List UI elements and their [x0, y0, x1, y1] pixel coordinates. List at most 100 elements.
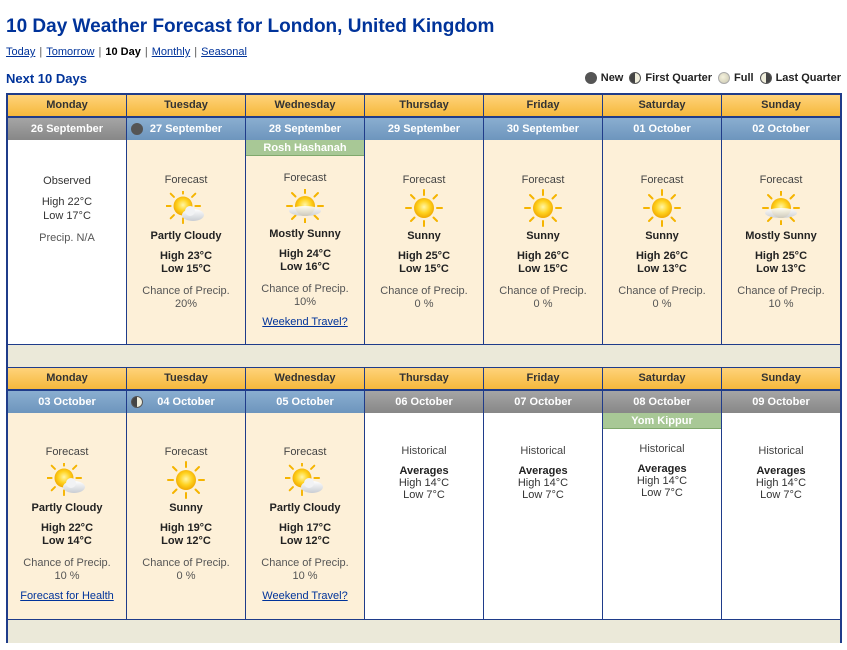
forecast-high: High 17°C	[278, 522, 332, 534]
nav-separator: |	[144, 46, 148, 58]
section-title: Next 10 Days	[6, 71, 87, 86]
day-cell-forecast: Forecast Sunny High 19°C Low 12°C Chance…	[127, 413, 245, 619]
precip-label: Chance of Precip.	[261, 557, 349, 569]
nav-seasonal-link[interactable]: Seasonal	[201, 46, 247, 58]
historical-label: Historical	[758, 445, 804, 457]
precip-label: Chance of Precip.	[261, 283, 349, 295]
date-label: 26 September	[30, 123, 104, 135]
new-moon-icon	[131, 123, 143, 135]
new-moon-icon	[584, 72, 597, 84]
day-header: Friday	[484, 95, 602, 116]
day-cell-forecast: Forecast Sunny High 26°C Low 15°C Chance…	[484, 140, 602, 344]
partly-cloudy-icon	[246, 462, 364, 498]
day-cell-forecast: Forecast Sunny High 26°C Low 13°C Chance…	[603, 140, 721, 344]
full-moon-icon	[718, 72, 731, 84]
sunny-icon	[484, 189, 602, 227]
holiday-badge: Rosh Hashanah	[246, 140, 364, 156]
partly-cloudy-icon	[127, 190, 245, 226]
precip-label: Chance of Precip.	[499, 285, 587, 297]
precip-chance: 10 %	[768, 298, 794, 310]
forecast-for-health-link[interactable]: Forecast for Health	[20, 590, 114, 602]
page-title: 10 Day Weather Forecast for London, Unit…	[6, 16, 495, 37]
date-bar: 07 October	[484, 391, 602, 413]
forecast-label: Forecast	[283, 172, 327, 184]
forecast-low: Low 15°C	[161, 263, 211, 275]
historical-high: High 14°C	[636, 475, 688, 487]
precip-label: Chance of Precip.	[142, 557, 230, 569]
historical-label: Historical	[639, 443, 685, 455]
forecast-condition: Sunny	[526, 230, 560, 242]
historical-low: Low 7°C	[522, 489, 564, 501]
date-bar: 29 September	[365, 118, 483, 140]
precip-chance: 10 %	[292, 570, 318, 582]
day-header: Saturday	[603, 95, 721, 116]
weekend-travel-link[interactable]: Weekend Travel?	[262, 590, 347, 602]
forecast-high: High 19°C	[159, 522, 213, 534]
day-header: Tuesday	[127, 95, 245, 116]
historical-high: High 14°C	[517, 477, 569, 489]
day-header: Wednesday	[246, 368, 364, 389]
day-cell-historical: Yom Kippur Historical Averages High 14°C…	[603, 413, 721, 619]
moon-phase-legend: New First Quarter Full Last Quarter	[579, 72, 841, 84]
day-header: Sunday	[722, 368, 840, 389]
date-bar: 06 October	[365, 391, 483, 413]
last-quarter-moon-icon	[759, 72, 772, 84]
day-cell-historical: Historical Averages High 14°C Low 7°C	[484, 413, 602, 619]
forecast-high: High 22°C	[40, 522, 94, 534]
precip-label: Chance of Precip.	[142, 285, 230, 297]
weekend-travel-link[interactable]: Weekend Travel?	[262, 316, 347, 328]
forecast-high: High 23°C	[159, 250, 213, 262]
nav-tomorrow-link[interactable]: Tomorrow	[46, 46, 94, 58]
forecast-high: High 24°C	[278, 248, 332, 260]
historical-averages: Averages	[756, 465, 806, 477]
day-header: Friday	[484, 368, 602, 389]
legend-new-label: New	[600, 72, 624, 84]
day-header: Monday	[8, 95, 126, 116]
historical-averages: Averages	[399, 465, 449, 477]
nav-monthly-link[interactable]: Monthly	[152, 46, 191, 58]
forecast-low: Low 15°C	[518, 263, 568, 275]
forecast-nav: Today | Tomorrow | 10 Day | Monthly | Seasonal	[6, 46, 247, 58]
legend-new: New	[584, 72, 624, 84]
forecast-table: Monday Tuesday Wednesday Thursday Friday…	[6, 93, 842, 643]
legend-first-quarter: First Quarter	[629, 72, 712, 84]
historical-label: Historical	[520, 445, 566, 457]
week-divider	[8, 619, 840, 643]
week-divider	[8, 344, 840, 368]
legend-last-quarter: Last Quarter	[759, 72, 841, 84]
historical-low: Low 7°C	[641, 487, 683, 499]
forecast-condition: Mostly Sunny	[745, 230, 817, 242]
date-bar: 27 September	[127, 118, 245, 140]
first-quarter-moon-icon	[131, 396, 143, 408]
day-cell-forecast: Forecast Partly Cloudy High 23°C Low 15°…	[127, 140, 245, 344]
nav-today-link[interactable]: Today	[6, 46, 35, 58]
forecast-low: Low 14°C	[42, 535, 92, 547]
forecast-low: Low 12°C	[161, 535, 211, 547]
forecast-condition: Sunny	[645, 230, 679, 242]
observed-high: High 22°C	[41, 196, 93, 208]
precip-chance: 0 %	[533, 298, 553, 310]
day-cell-forecast: Forecast Mostly Sunny High 25°C Low 13°C…	[722, 140, 840, 344]
legend-first-quarter-label: First Quarter	[645, 72, 713, 84]
nav-10day-current: 10 Day	[105, 46, 141, 58]
date-bar: 04 October	[127, 391, 245, 413]
forecast-label: Forecast	[283, 446, 327, 458]
week-1: Monday Tuesday Wednesday Thursday Friday…	[8, 95, 840, 344]
date-label: 06 October	[395, 396, 453, 408]
date-bar: 05 October	[246, 391, 364, 413]
day-cell-forecast: Forecast Partly Cloudy High 17°C Low 12°…	[246, 413, 364, 619]
date-label: 29 September	[387, 123, 461, 135]
forecast-label: Forecast	[164, 446, 208, 458]
forecast-low: Low 16°C	[280, 261, 330, 273]
precip-chance: 0 %	[652, 298, 672, 310]
forecast-condition: Sunny	[169, 502, 203, 514]
day-cell-forecast: Rosh Hashanah Forecast Mostly Sunny High…	[246, 140, 364, 344]
forecast-label: Forecast	[402, 174, 446, 186]
precip-label: Chance of Precip.	[380, 285, 468, 297]
precip-label: Chance of Precip.	[737, 285, 825, 297]
date-bar: 03 October	[8, 391, 126, 413]
historical-high: High 14°C	[755, 477, 807, 489]
forecast-label: Forecast	[45, 446, 89, 458]
legend-full-label: Full	[734, 72, 754, 84]
sunny-icon	[127, 461, 245, 499]
